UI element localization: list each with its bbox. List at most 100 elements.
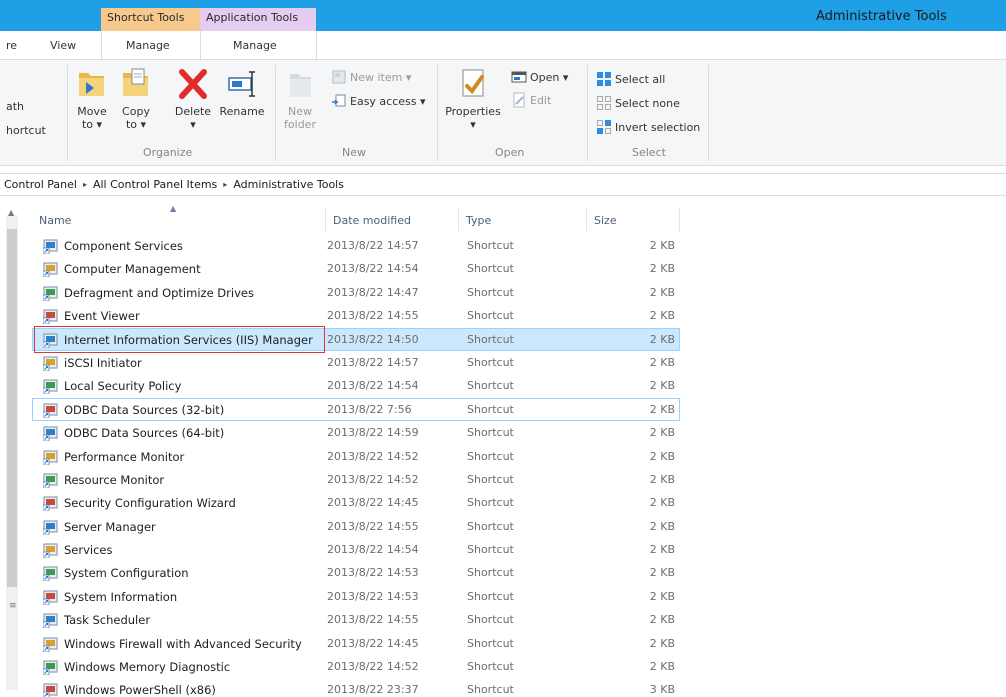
delete-dropdown: ▾ bbox=[190, 118, 196, 131]
edit-button[interactable]: Edit bbox=[511, 91, 551, 109]
rename-icon bbox=[228, 71, 255, 97]
breadcrumb-separator-icon[interactable]: ▸ bbox=[223, 180, 227, 189]
file-type: Shortcut bbox=[467, 472, 514, 486]
properties-button[interactable]: Properties ▾ bbox=[443, 66, 503, 131]
file-name: ODBC Data Sources (32-bit) bbox=[64, 402, 225, 417]
select-none-icon bbox=[597, 96, 611, 110]
server-manager-icon bbox=[43, 520, 58, 535]
file-name: Security Configuration Wizard bbox=[64, 496, 236, 511]
file-name: Internet Information Services (IIS) Mana… bbox=[64, 332, 313, 347]
file-type: Shortcut bbox=[467, 262, 514, 276]
organize-group-label: Organize bbox=[143, 146, 193, 159]
file-type: Shortcut bbox=[467, 426, 514, 440]
file-date-modified: 2013/8/22 14:50 bbox=[327, 332, 419, 346]
invert-selection-button[interactable]: Invert selection bbox=[596, 118, 700, 136]
file-name: Event Viewer bbox=[64, 309, 140, 324]
file-type: Shortcut bbox=[467, 496, 514, 510]
file-size: 2 KB bbox=[649, 285, 675, 299]
file-size: 2 KB bbox=[649, 402, 675, 416]
file-row[interactable]: Local Security Policy 2013/8/22 14:54 Shor… bbox=[32, 374, 680, 397]
file-row[interactable]: System Configuration 2013/8/22 14:53 Short… bbox=[32, 561, 680, 584]
file-type: Shortcut bbox=[467, 285, 514, 299]
file-size: 2 KB bbox=[649, 472, 675, 486]
properties-label: Properties bbox=[445, 105, 501, 118]
column-header-date[interactable]: Date modified bbox=[326, 207, 459, 231]
tab-manage-shortcut[interactable]: Manage bbox=[126, 39, 170, 52]
event-viewer-icon bbox=[43, 309, 58, 325]
move-to-button[interactable]: Move to ▾ bbox=[74, 66, 110, 131]
column-header-size[interactable]: Size bbox=[587, 207, 680, 231]
breadcrumb-all-items[interactable]: All Control Panel Items bbox=[93, 178, 217, 191]
file-row[interactable]: ODBC Data Sources (32-bit) 2013/8/22 7:56… bbox=[32, 397, 680, 422]
file-type: Shortcut bbox=[467, 449, 514, 463]
select-all-button[interactable]: Select all bbox=[596, 70, 665, 88]
shortcut-tools-context-tab[interactable]: Shortcut Tools bbox=[101, 8, 200, 31]
file-row[interactable]: Component Services 2013/8/22 14:57 Shortcu… bbox=[32, 234, 680, 257]
file-type: Shortcut bbox=[467, 519, 514, 533]
copy-to-button[interactable]: Copy to ▾ bbox=[118, 66, 154, 131]
tab-share[interactable]: re bbox=[6, 39, 17, 52]
file-date-modified: 2013/8/22 14:52 bbox=[327, 660, 419, 674]
breadcrumb-separator-icon[interactable]: ▸ bbox=[83, 180, 87, 189]
tab-view[interactable]: View bbox=[50, 39, 76, 52]
file-row[interactable]: Windows PowerShell (x86) 2013/8/22 23:37 S… bbox=[32, 678, 680, 697]
edit-label: Edit bbox=[530, 93, 552, 107]
nav-scrollbar-thumb[interactable] bbox=[7, 229, 17, 587]
breadcrumb-control-panel[interactable]: Control Panel bbox=[4, 178, 77, 191]
file-name: Local Security Policy bbox=[64, 379, 182, 394]
file-row[interactable]: Security Configuration Wizard 2013/8/22 1… bbox=[32, 491, 680, 514]
tab-divider bbox=[200, 31, 201, 60]
file-name: iSCSI Initiator bbox=[64, 355, 142, 370]
window-title: Administrative Tools bbox=[816, 9, 947, 24]
file-row[interactable]: Defragment and Optimize Drives 2013/8/22 … bbox=[32, 281, 680, 304]
file-type: Shortcut bbox=[467, 636, 514, 650]
select-none-button[interactable]: Select none bbox=[596, 94, 680, 112]
address-bar[interactable]: Control Panel ▸ All Control Panel Items … bbox=[0, 173, 1006, 196]
paste-shortcut-label[interactable]: hortcut bbox=[6, 124, 46, 137]
file-name: Windows PowerShell (x86) bbox=[64, 683, 216, 697]
file-row[interactable]: Services 2013/8/22 14:54 Shortcut 2 KB bbox=[32, 538, 680, 561]
file-row[interactable]: Windows Memory Diagnostic 2013/8/22 14:52… bbox=[32, 655, 680, 678]
tab-divider bbox=[316, 31, 317, 60]
column-header-type[interactable]: Type bbox=[459, 207, 587, 231]
file-row[interactable]: Computer Management 2013/8/22 14:54 Shortc… bbox=[32, 257, 680, 280]
easy-access-button[interactable]: Easy access ▾ bbox=[331, 92, 426, 110]
tab-divider bbox=[101, 31, 102, 60]
file-row[interactable]: iSCSI Initiator 2013/8/22 14:57 Shortcut 2 … bbox=[32, 351, 680, 374]
column-header-name[interactable]: Name ▲ bbox=[32, 204, 326, 231]
firewall-icon bbox=[43, 637, 58, 652]
move-to-icon bbox=[79, 73, 104, 96]
delete-button[interactable]: Delete ▾ bbox=[173, 66, 213, 131]
new-folder-button[interactable]: New folder bbox=[282, 66, 318, 131]
file-row[interactable]: System Information 2013/8/22 14:53 Shortcu… bbox=[32, 585, 680, 608]
file-row[interactable]: Windows Firewall with Advanced Security 2… bbox=[32, 632, 680, 655]
application-tools-context-tab[interactable]: Application Tools bbox=[200, 8, 316, 31]
properties-icon bbox=[462, 69, 484, 97]
odbc-icon bbox=[43, 403, 58, 418]
new-folder-icon bbox=[290, 74, 311, 97]
file-row[interactable]: ODBC Data Sources (64-bit) 2013/8/22 14:5… bbox=[32, 421, 680, 444]
file-row[interactable]: Event Viewer 2013/8/22 14:55 Shortcut 2 KB bbox=[32, 304, 680, 327]
copy-path-label[interactable]: ath bbox=[6, 100, 24, 113]
open-label: Open ▾ bbox=[530, 70, 569, 84]
file-row[interactable]: Task Scheduler 2013/8/22 14:55 Shortcut 2 K… bbox=[32, 608, 680, 631]
group-divider bbox=[708, 65, 709, 161]
new-item-button[interactable]: New item ▾ bbox=[331, 68, 411, 86]
open-button[interactable]: Open ▾ bbox=[511, 68, 568, 86]
powershell-icon bbox=[43, 683, 58, 697]
rename-button[interactable]: Rename bbox=[218, 66, 266, 118]
file-row[interactable]: Internet Information Services (IIS) Mana… bbox=[32, 327, 680, 351]
scroll-up-arrow-icon[interactable]: ▲ bbox=[8, 208, 14, 217]
computer-management-icon bbox=[43, 262, 58, 278]
file-row[interactable]: Performance Monitor 2013/8/22 14:52 Shortc… bbox=[32, 445, 680, 468]
breadcrumb-administrative-tools[interactable]: Administrative Tools bbox=[233, 178, 344, 191]
file-row[interactable]: Resource Monitor 2013/8/22 14:52 Shortcut 2… bbox=[32, 468, 680, 491]
file-date-modified: 2013/8/22 14:53 bbox=[327, 589, 419, 603]
file-name: Windows Memory Diagnostic bbox=[64, 660, 231, 675]
file-row[interactable]: Server Manager 2013/8/22 14:55 Shortcut 2 K… bbox=[32, 515, 680, 538]
file-size: 2 KB bbox=[649, 449, 675, 463]
copy-to-dropdown: to ▾ bbox=[125, 118, 147, 131]
open-group-label: Open bbox=[495, 146, 525, 159]
file-size: 3 KB bbox=[649, 683, 675, 697]
tab-manage-application[interactable]: Manage bbox=[233, 39, 277, 52]
